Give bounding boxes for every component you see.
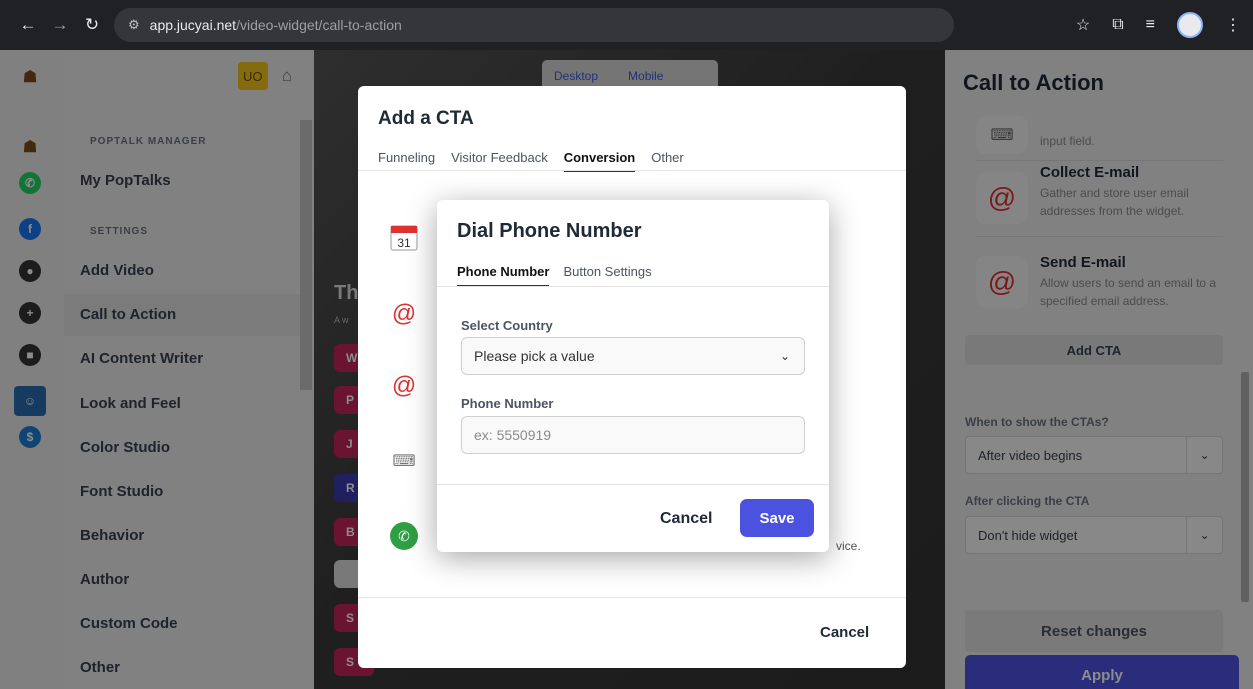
divider [437,484,829,485]
url-path: /video-widget/call-to-action [236,17,402,33]
tab-other[interactable]: Other [651,150,684,172]
back-icon[interactable]: ← [12,15,44,35]
country-select-value: Please pick a value [474,348,595,364]
svg-text:✆: ✆ [398,529,410,545]
forward-icon[interactable]: → [44,15,76,35]
phone-number-label: Phone Number [461,396,554,411]
at-icon[interactable]: @ [386,368,422,404]
svg-text:31: 31 [397,236,411,250]
browser-toolbar: ← → ↻ ⚙ app.jucyai.net/video-widget/call… [0,0,1253,50]
country-select[interactable]: Please pick a value ⌄ [461,337,805,375]
modal-title: Add a CTA [378,108,474,129]
divider [358,170,906,171]
dial-phone-modal: Dial Phone Number Phone Number Button Se… [437,200,829,552]
calendar-icon[interactable]: 31 [386,219,422,255]
cancel-button[interactable]: Cancel [820,624,869,641]
extensions-icon[interactable]: ⧉ [1112,16,1123,34]
cta-partial-text: vice. [836,539,861,553]
phone-icon[interactable]: ✆ [386,518,422,554]
cancel-button[interactable]: Cancel [660,510,712,528]
bookmark-star-icon[interactable]: ☆ [1076,15,1090,35]
chevron-down-icon[interactable]: ⌄ [780,349,790,363]
tab-funneling[interactable]: Funneling [378,150,435,172]
address-bar[interactable]: ⚙ app.jucyai.net/video-widget/call-to-ac… [114,8,954,42]
divider [437,286,829,287]
tab-button-settings[interactable]: Button Settings [563,264,651,287]
divider [358,597,906,598]
menu-kebab-icon[interactable]: ⋮ [1225,15,1241,35]
select-country-label: Select Country [461,318,553,333]
tab-conversion[interactable]: Conversion [563,150,636,172]
reload-icon[interactable]: ↻ [76,15,108,35]
tab-phone-number[interactable]: Phone Number [457,264,550,287]
url-host: app.jucyai.net [149,17,237,33]
site-settings-icon[interactable]: ⚙ [128,17,140,33]
at-icon[interactable]: @ [386,296,422,332]
tab-visitor-feedback[interactable]: Visitor Feedback [451,150,548,172]
profile-avatar[interactable] [1177,12,1203,38]
dial-tabs: Phone Number Button Settings [457,264,652,287]
media-control-icon[interactable]: ≡ [1146,16,1155,34]
cta-tabs: Funneling Visitor Feedback Conversion Ot… [378,150,684,172]
save-button[interactable]: Save [740,499,814,537]
input-icon[interactable]: ⌨ [386,443,422,479]
modal-title: Dial Phone Number [457,220,642,242]
phone-number-input[interactable] [461,416,805,454]
